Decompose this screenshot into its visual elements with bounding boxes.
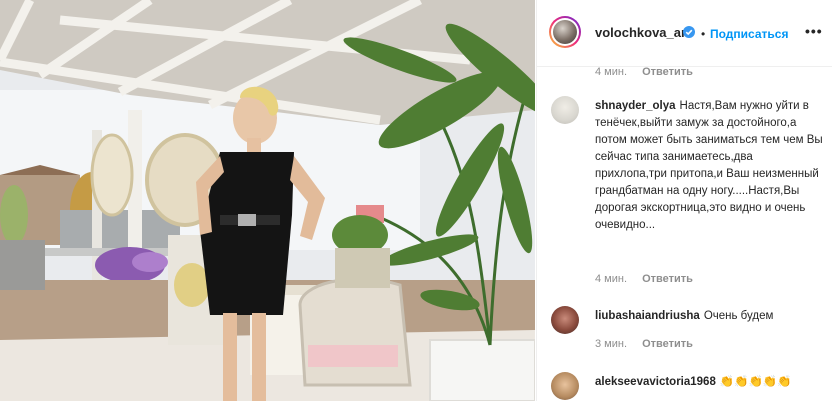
- commenter-avatar[interactable]: [551, 372, 579, 400]
- comment-text: Настя,Вам нужно уйти в тенёчек,выйти зам…: [595, 100, 823, 231]
- verified-badge-icon: [683, 26, 695, 38]
- comment-time: 3 мин.: [595, 338, 628, 350]
- comment-meta: 4 мин. Ответить: [595, 66, 705, 78]
- comment-text: Очень будем: [703, 310, 774, 322]
- comment-text-block: liubashaiandriusha Очень будем: [595, 308, 823, 325]
- author-username[interactable]: volochkova_art: [595, 25, 690, 40]
- comments-panel: volochkova_art • Подписаться ••• 4 мин. …: [536, 0, 832, 401]
- comment-meta: 4 мин. Ответить: [595, 273, 705, 285]
- comment-text: 👏👏👏👏👏: [719, 376, 792, 388]
- follow-button[interactable]: Подписаться: [710, 27, 788, 41]
- separator-dot: •: [701, 27, 706, 41]
- commenter-username[interactable]: alekseevavictoria1968: [595, 376, 716, 388]
- commenter-username[interactable]: shnayder_olya: [595, 100, 676, 112]
- commenter-username[interactable]: liubashaiandriusha: [595, 310, 700, 322]
- more-options-icon[interactable]: •••: [805, 23, 823, 39]
- comment-text-block: alekseevavictoria1968 👏👏👏👏👏: [595, 374, 823, 391]
- comment-time: 4 мин.: [595, 273, 628, 285]
- reply-button[interactable]: Ответить: [642, 273, 693, 285]
- commenter-avatar[interactable]: [551, 96, 579, 124]
- comment-text-block: shnayder_olya Настя,Вам нужно уйти в тенё…: [595, 98, 823, 234]
- comment-time: 4 мин.: [595, 66, 628, 78]
- reply-button[interactable]: Ответить: [642, 338, 693, 350]
- comment-meta: 3 мин. Ответить: [595, 338, 705, 350]
- reply-button[interactable]: Ответить: [642, 66, 693, 78]
- post-header: volochkova_art • Подписаться •••: [537, 0, 832, 67]
- post-photo[interactable]: [0, 0, 535, 401]
- post-photo-illustration: [0, 0, 535, 401]
- author-avatar[interactable]: [549, 16, 581, 48]
- commenter-avatar[interactable]: [551, 306, 579, 334]
